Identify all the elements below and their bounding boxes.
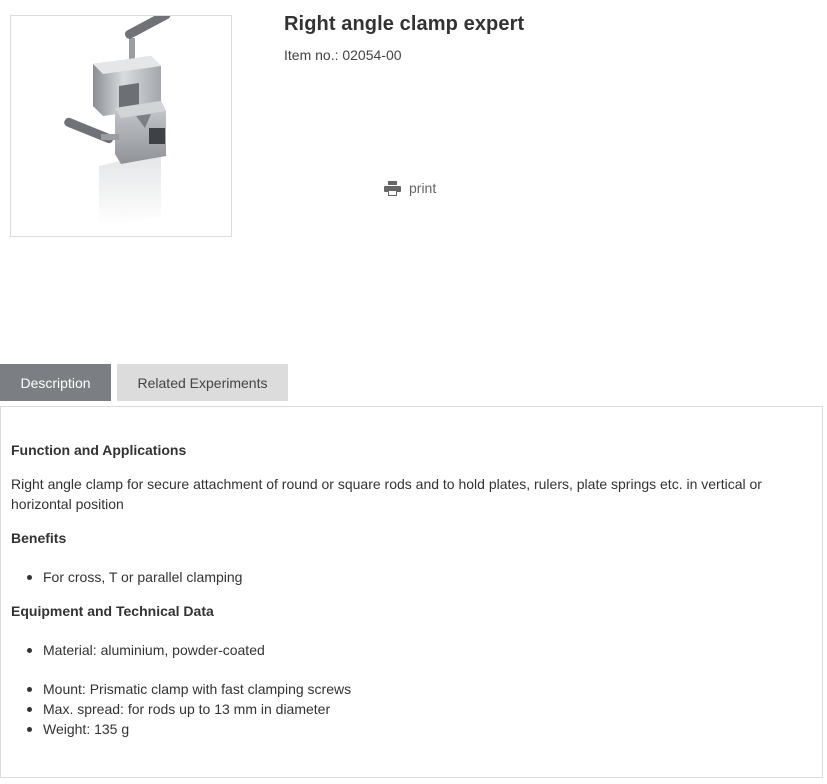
list-item: Material: aluminium, powder-coated (27, 642, 265, 658)
item-number: Item no.: 02054-00 (284, 47, 402, 63)
function-heading: Function and Applications (11, 442, 187, 458)
tab-bar: Description Related Experiments (0, 364, 288, 401)
print-label: print (409, 180, 437, 196)
tab-description[interactable]: Description (0, 364, 111, 401)
function-text: Right angle clamp for secure attachment … (11, 476, 762, 512)
list-item: For cross, T or parallel clamping (26, 569, 243, 585)
clamp-illustration (64, 16, 171, 226)
product-title: Right angle clamp expert (284, 13, 525, 35)
printer-icon (384, 180, 401, 196)
list-item: Max. spread: for rods up to 13 mm in dia… (26, 699, 351, 719)
product-image[interactable] (10, 15, 232, 237)
tab-related-experiments[interactable]: Related Experiments (117, 364, 288, 401)
list-item: Weight: 135 g (26, 719, 351, 739)
equipment-list-2: Mount: Prismatic clamp with fast clampin… (26, 679, 352, 739)
description-panel: Function and Applications Right angle cl… (0, 406, 823, 778)
equipment-list-1: Material: aluminium, powder-coated (27, 640, 265, 660)
list-item: Mount: Prismatic clamp with fast clampin… (26, 681, 352, 697)
print-button[interactable]: print (384, 180, 436, 196)
benefits-list: For cross, T or parallel clamping (26, 567, 243, 587)
equipment-heading: Equipment and Technical Data (11, 603, 214, 619)
benefits-heading: Benefits (11, 530, 67, 546)
